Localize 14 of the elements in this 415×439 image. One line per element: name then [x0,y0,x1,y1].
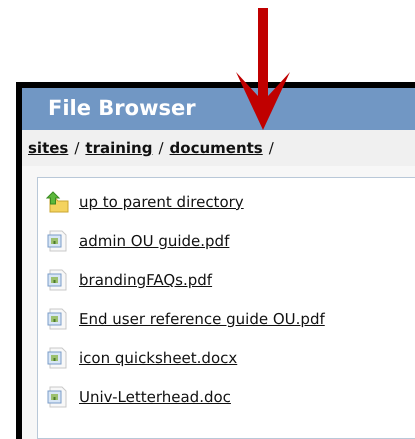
file-link[interactable]: brandingFAQs.pdf [79,268,212,292]
file-link[interactable]: up to parent directory [79,190,244,214]
breadcrumb-link[interactable]: sites [28,136,68,160]
file-link[interactable]: End user reference guide OU.pdf [79,308,325,330]
file-link[interactable]: Univ-Letterhead.doc [79,386,231,408]
breadcrumb-link[interactable]: documents [170,136,263,160]
breadcrumb-link[interactable]: training [85,136,152,160]
folder-up-icon [46,191,70,213]
path-separator: / [268,138,274,159]
path-separator: / [158,138,164,159]
file-link[interactable]: admin OU guide.pdf [79,230,230,252]
file-link[interactable]: icon quicksheet.docx [79,346,238,370]
window-title: File Browser [48,95,196,122]
path-separator: / [74,138,80,159]
